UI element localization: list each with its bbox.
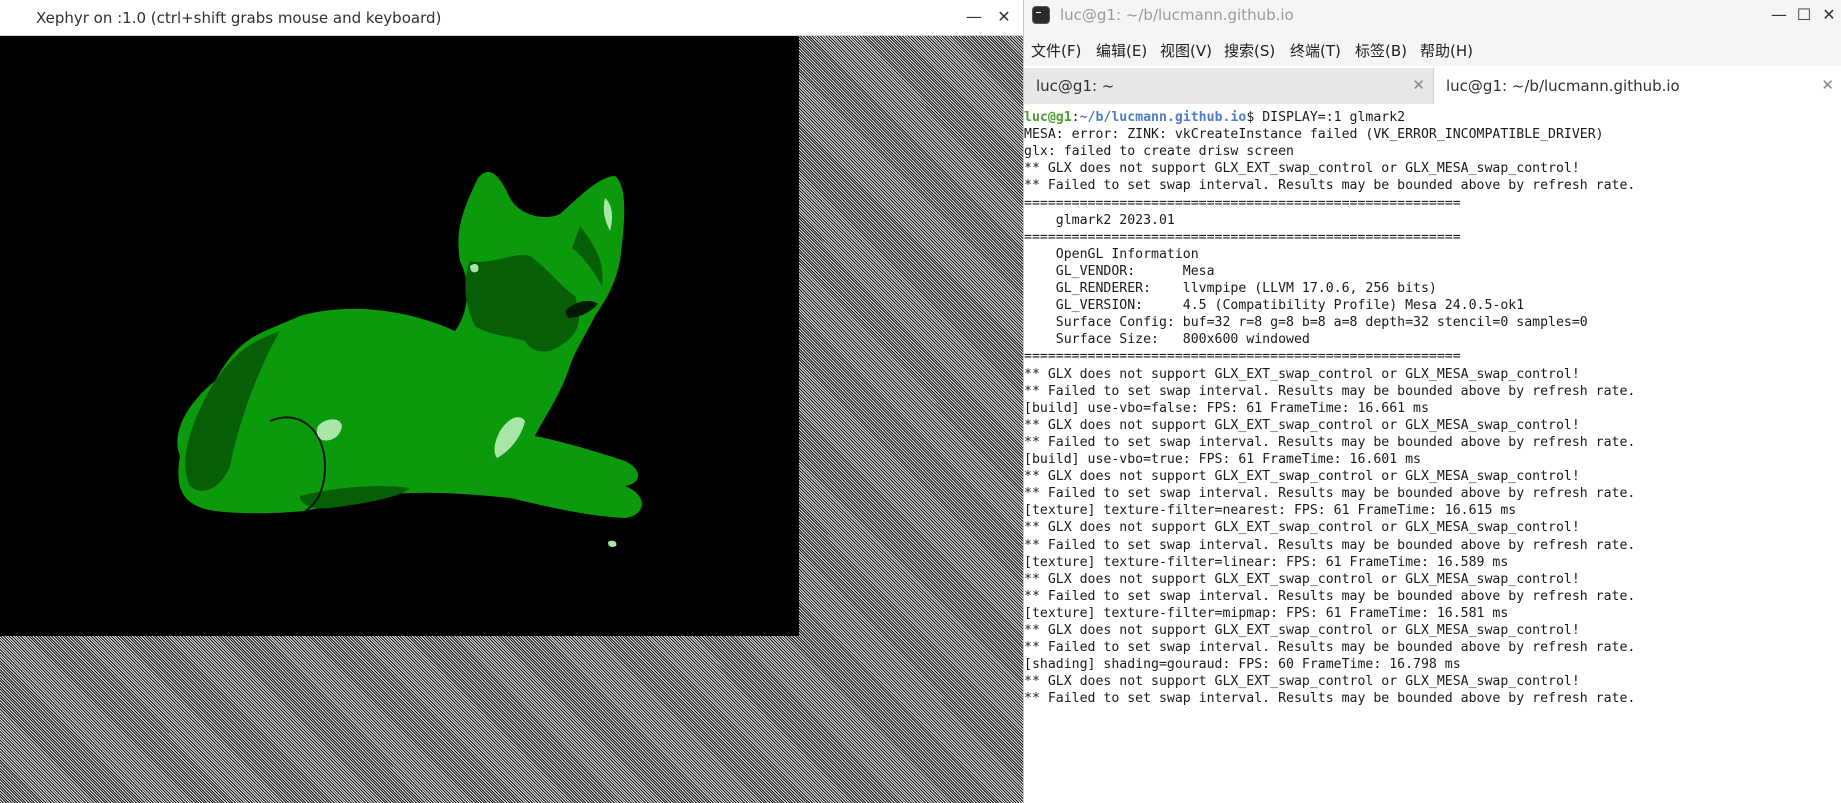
- xephyr-titlebar[interactable]: Xephyr on :1.0 (ctrl+shift grabs mouse a…: [0, 0, 1023, 36]
- menu-tabs[interactable]: 标签(B): [1355, 40, 1407, 61]
- maximize-button[interactable]: ☐: [1793, 4, 1815, 26]
- terminal-line: ** Failed to set swap interval. Results …: [1024, 691, 1636, 707]
- prompt-path: ~/b/lucmann.github.io: [1079, 110, 1247, 125]
- tab-label: luc@g1: ~: [1036, 77, 1115, 95]
- terminal-app-icon: [1032, 6, 1050, 24]
- menu-search[interactable]: 搜索(S): [1224, 40, 1275, 61]
- tab-close-icon[interactable]: ✕: [1821, 76, 1834, 94]
- minimize-button[interactable]: —: [963, 6, 985, 28]
- terminal-window-title: luc@g1: ~/b/lucmann.github.io: [1060, 6, 1294, 24]
- menu-file[interactable]: 文件(F): [1031, 40, 1081, 61]
- xephyr-window: Xephyr on :1.0 (ctrl+shift grabs mouse a…: [0, 0, 1023, 803]
- cat-model-render: [177, 171, 642, 547]
- terminal-tabbar: luc@g1: ~ ✕ luc@g1: ~/b/lucmann.github.i…: [1024, 68, 1841, 104]
- menu-view[interactable]: 视图(V): [1160, 40, 1212, 61]
- menu-terminal[interactable]: 终端(T): [1290, 40, 1341, 61]
- terminal-window: luc@g1: ~/b/lucmann.github.io — ☐ ✕ 文件(F…: [1023, 0, 1841, 803]
- menu-edit[interactable]: 编辑(E): [1096, 40, 1147, 61]
- glmark2-render-surface[interactable]: [0, 36, 799, 636]
- close-button[interactable]: ✕: [1818, 4, 1840, 26]
- close-button[interactable]: ✕: [993, 6, 1015, 28]
- minimize-button[interactable]: —: [1768, 4, 1790, 26]
- prompt-user-host: luc@g1: [1024, 110, 1072, 125]
- tab-close-icon[interactable]: ✕: [1412, 76, 1425, 94]
- terminal-menubar: 文件(F) 编辑(E) 视图(V) 搜索(S) 终端(T) 标签(B) 帮助(H…: [1024, 32, 1841, 66]
- xephyr-window-title: Xephyr on :1.0 (ctrl+shift grabs mouse a…: [36, 9, 442, 27]
- prompt-command: $ DISPLAY=:1 glmark2: [1246, 110, 1406, 125]
- terminal-titlebar[interactable]: luc@g1: ~/b/lucmann.github.io — ☐ ✕: [1024, 0, 1841, 32]
- tab-label: luc@g1: ~/b/lucmann.github.io: [1446, 77, 1680, 95]
- cat-highlight-paw: [608, 540, 617, 547]
- tab-home[interactable]: luc@g1: ~ ✕: [1024, 68, 1433, 104]
- cat-body: [177, 171, 642, 518]
- terminal-output[interactable]: luc@g1:~/b/lucmann.github.io$ DISPLAY=:1…: [1024, 108, 1841, 803]
- tab-lucmann-github-io[interactable]: luc@g1: ~/b/lucmann.github.io ✕: [1433, 68, 1841, 104]
- menu-help[interactable]: 帮助(H): [1420, 40, 1473, 61]
- prompt-separator: :: [1071, 110, 1080, 125]
